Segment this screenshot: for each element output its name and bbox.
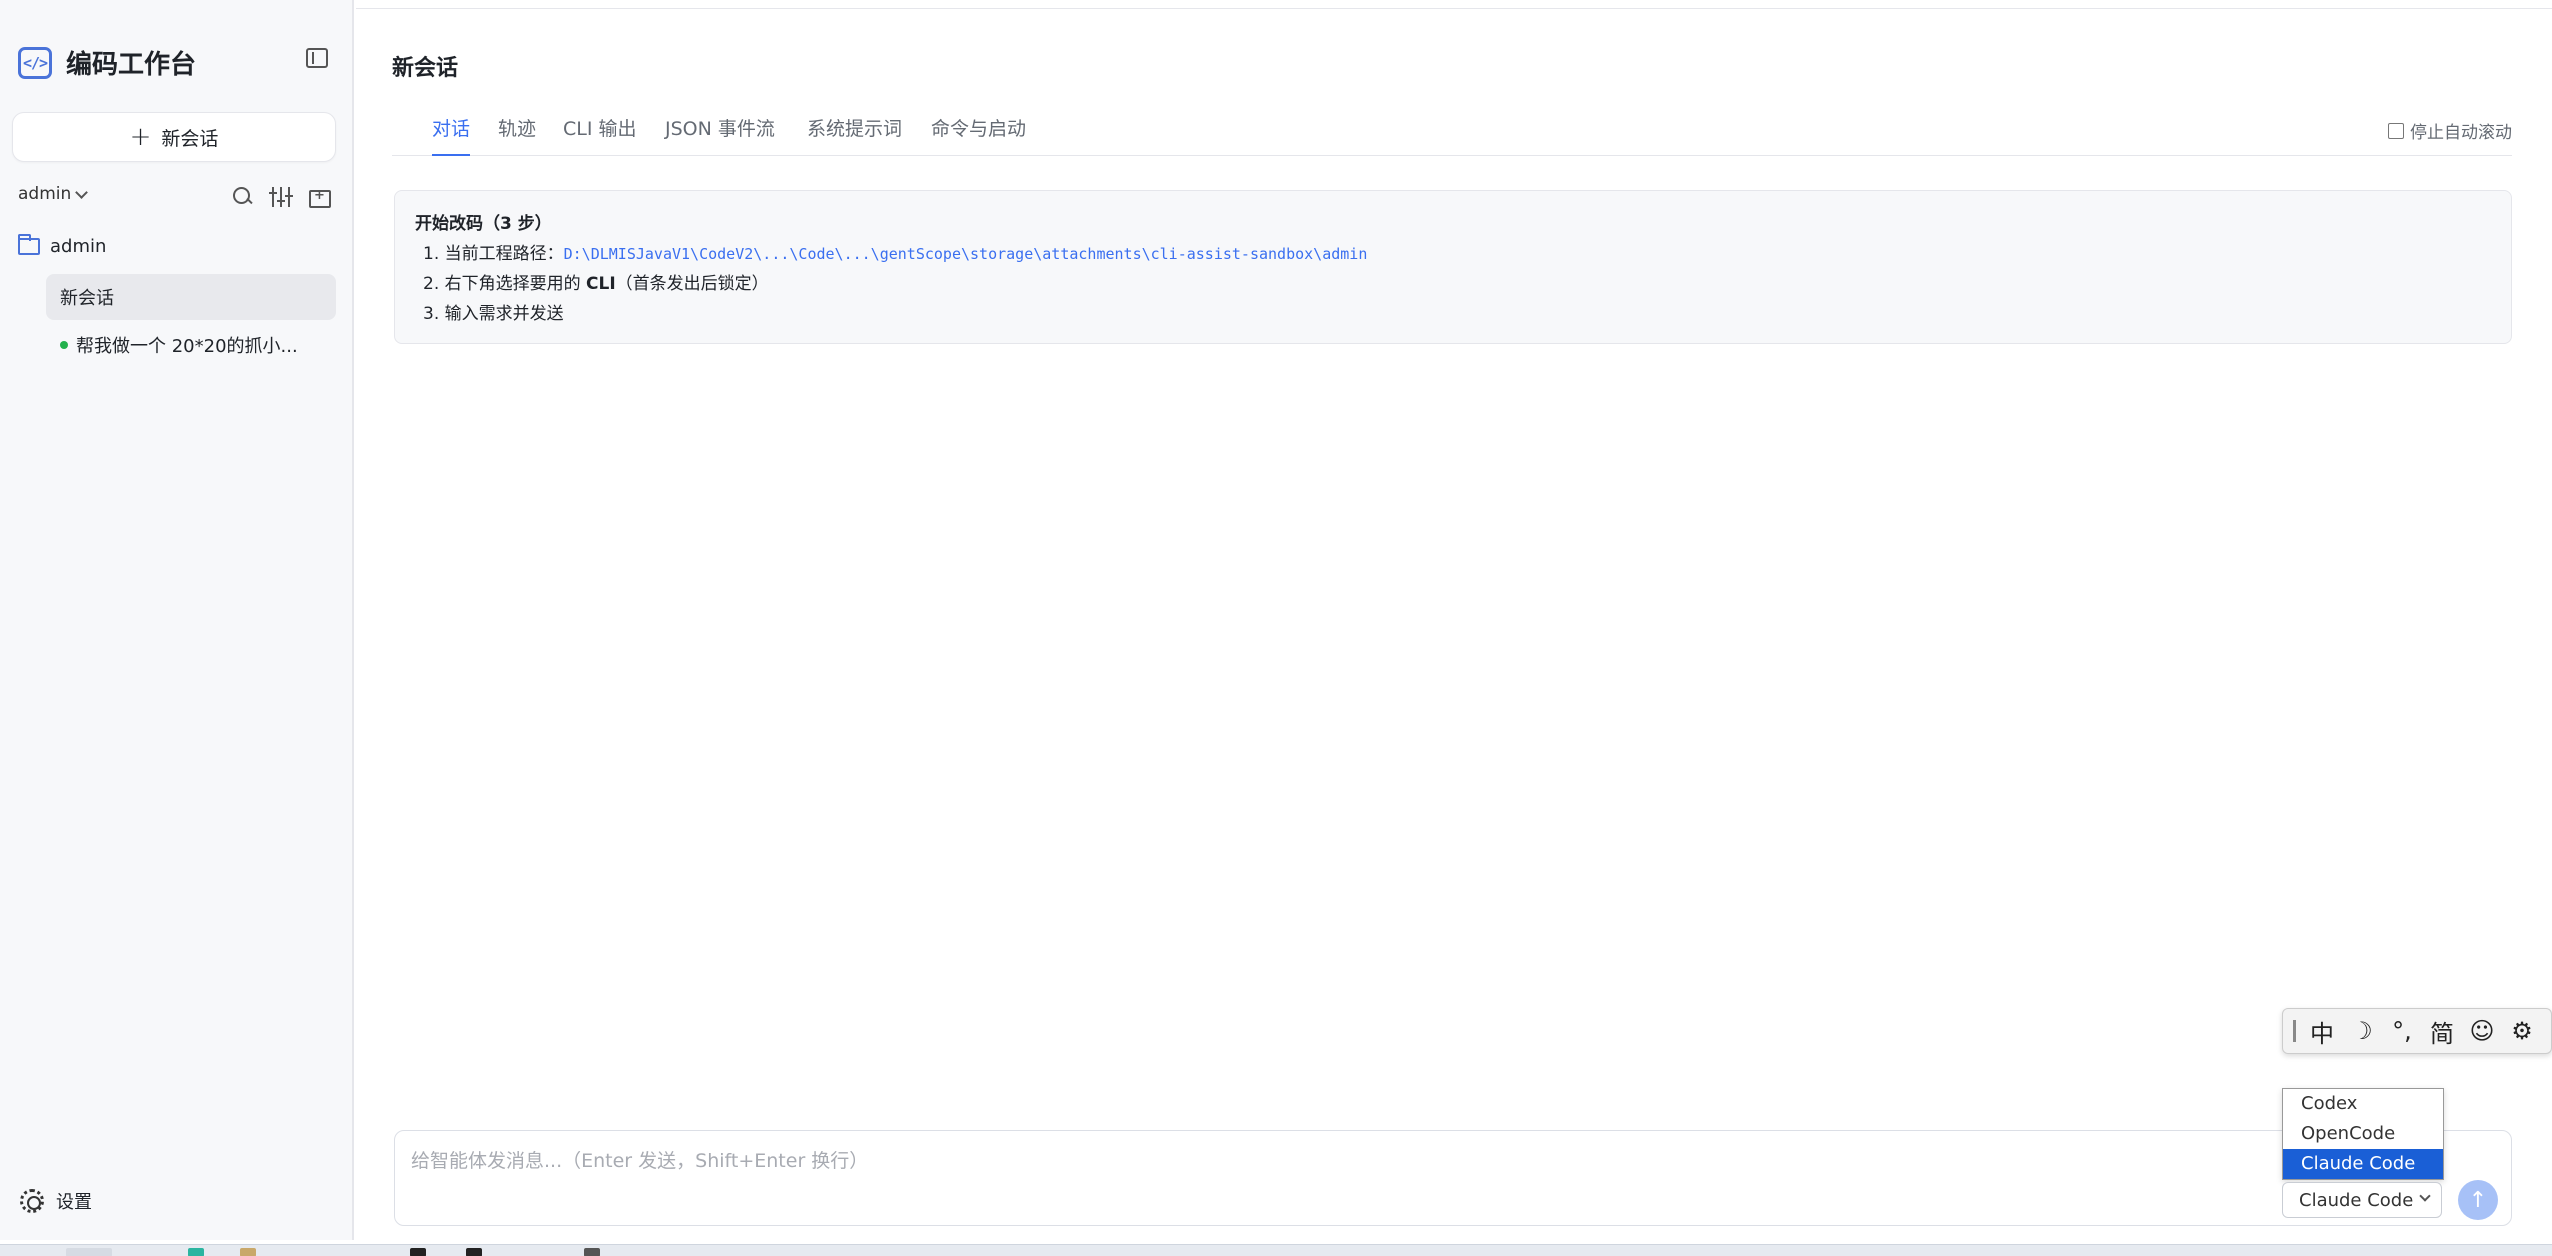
session-label: 新会话	[60, 288, 114, 309]
autoscroll-checkbox[interactable]	[2388, 122, 2404, 139]
step-text: 1. 当前工程路径：	[423, 244, 564, 264]
project-path: D:\DLMISJavaV1\CodeV2\...\Code\...\gentS…	[563, 245, 1368, 263]
guide-step-1: 1. 当前工程路径：D:\DLMISJavaV1\CodeV2\...\Code…	[415, 239, 2491, 269]
message-input[interactable]	[411, 1143, 2261, 1179]
plus-icon: +	[129, 122, 152, 152]
session-label: 帮我做一个 20*20的抓小...	[76, 336, 298, 357]
app-title: 编码工作台	[66, 50, 197, 80]
cli-select[interactable]: Claude Code	[2282, 1182, 2442, 1218]
chevron-down-icon	[2419, 1190, 2431, 1202]
cli-option-opencode[interactable]: OpenCode	[2283, 1119, 2443, 1149]
user-toolbar: admin	[18, 184, 338, 210]
cli-option-claude-code[interactable]: Claude Code	[2283, 1149, 2443, 1179]
moon-icon[interactable]: ☽	[2348, 1017, 2376, 1045]
autoscroll-label: 停止自动滚动	[2410, 123, 2512, 143]
step-text: （首条发出后锁定）	[615, 274, 769, 294]
sidebar: </> 编码工作台 + 新会话 admin admin 新会话 帮我做一个 20…	[0, 0, 354, 1240]
search-icon[interactable]	[232, 186, 254, 208]
cli-dropdown-list: Codex OpenCode Claude Code	[2282, 1088, 2444, 1180]
user-name: admin	[18, 184, 72, 204]
taskbar-app-icon[interactable]	[410, 1248, 426, 1256]
running-status-dot	[60, 341, 68, 349]
punctuation-icon[interactable]: °,	[2388, 1017, 2416, 1045]
taskbar-app-icon[interactable]	[240, 1248, 256, 1256]
new-session-button[interactable]: + 新会话	[12, 112, 336, 162]
chevron-down-icon	[75, 185, 89, 199]
sidebar-collapse-icon[interactable]	[306, 48, 328, 68]
taskbar-app-icon[interactable]	[584, 1248, 600, 1256]
top-divider	[356, 8, 2552, 9]
step-text: 2. 右下角选择要用的	[423, 274, 587, 294]
tab-trace[interactable]: 轨迹	[498, 114, 536, 156]
tab-json-events[interactable]: JSON 事件流	[665, 114, 775, 156]
session-item-new[interactable]: 新会话	[46, 274, 336, 320]
tab-commands[interactable]: 命令与启动	[931, 114, 1026, 156]
guide-step-2: 2. 右下角选择要用的 CLI（首条发出后锁定）	[415, 269, 2491, 299]
ime-drag-handle[interactable]	[2293, 1020, 2296, 1042]
code-logo-icon: </>	[18, 46, 52, 79]
folder-label: admin	[50, 236, 107, 257]
add-folder-icon[interactable]	[308, 186, 331, 208]
os-taskbar	[0, 1244, 2552, 1256]
cli-selected-value: Claude Code	[2299, 1189, 2414, 1211]
autoscroll-toggle[interactable]: 停止自动滚动	[2388, 118, 2512, 143]
folder-icon	[18, 234, 40, 255]
session-item-catch-game[interactable]: 帮我做一个 20*20的抓小...	[46, 322, 336, 368]
guide-title: 开始改码（3 步）	[415, 214, 552, 234]
brand: </> 编码工作台	[18, 44, 196, 81]
step-strong-text: CLI	[586, 274, 616, 294]
settings-label: 设置	[56, 1192, 92, 1213]
ime-settings-icon[interactable]: ⚙	[2508, 1017, 2536, 1045]
message-composer	[394, 1130, 2512, 1226]
taskbar-app-icon[interactable]	[188, 1248, 204, 1256]
gear-icon	[20, 1189, 44, 1213]
page-title: 新会话	[392, 56, 459, 81]
filter-sliders-icon[interactable]	[269, 186, 293, 208]
arrow-up-icon: ↑	[2468, 1187, 2488, 1213]
tab-system-prompt[interactable]: 系统提示词	[807, 114, 902, 156]
taskbar-app-icon[interactable]	[466, 1248, 482, 1256]
tab-bar: 对话 轨迹 CLI 输出 JSON 事件流 系统提示词 命令与启动	[392, 104, 2512, 156]
settings-button[interactable]: 设置	[20, 1188, 92, 1214]
ime-toolbar: 中 ☽ °, 简 ☺ ⚙	[2282, 1008, 2552, 1054]
guide-step-3: 3. 输入需求并发送	[423, 304, 564, 324]
taskbar-app-icon[interactable]	[66, 1248, 112, 1256]
user-selector[interactable]: admin	[18, 184, 89, 204]
send-button[interactable]: ↑	[2458, 1180, 2498, 1220]
project-folder[interactable]: admin	[18, 234, 107, 257]
tab-chat[interactable]: 对话	[432, 114, 471, 156]
ime-simplified[interactable]: 简	[2428, 1014, 2456, 1049]
getting-started-card: 开始改码（3 步） 1. 当前工程路径：D:\DLMISJavaV1\CodeV…	[394, 190, 2512, 344]
ime-chinese-mode[interactable]: 中	[2308, 1014, 2336, 1049]
tab-cli-output[interactable]: CLI 输出	[563, 114, 637, 156]
cli-option-codex[interactable]: Codex	[2283, 1089, 2443, 1119]
emoji-icon[interactable]: ☺	[2468, 1017, 2496, 1045]
new-session-label: 新会话	[161, 127, 219, 150]
